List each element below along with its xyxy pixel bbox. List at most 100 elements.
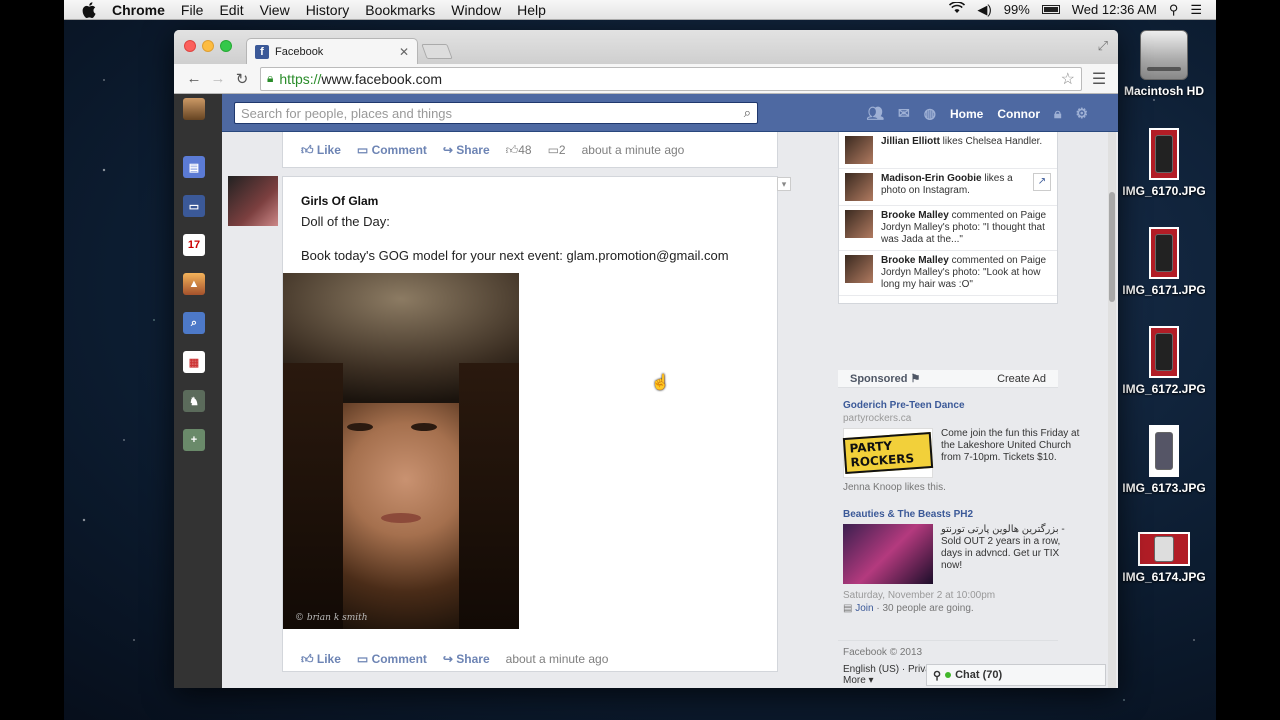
photos-icon[interactable]: ▲	[183, 273, 205, 295]
calendar-icon: ▤	[843, 603, 853, 614]
menu-help[interactable]: Help	[517, 2, 546, 18]
volume-icon[interactable]: ◀)	[977, 2, 991, 18]
comment-button[interactable]: ▭ Comment	[357, 652, 427, 666]
ad-image[interactable]	[843, 524, 933, 584]
messages-nav-icon[interactable]: ✉	[898, 105, 910, 122]
apple-icon[interactable]	[80, 1, 98, 19]
back-arrow-icon[interactable]: ←	[182, 70, 206, 87]
post-timestamp[interactable]: about a minute ago	[506, 652, 609, 666]
search-app-icon[interactable]: ⌕	[183, 312, 205, 334]
post-options-chevron-icon[interactable]: ▾	[777, 177, 791, 191]
forward-arrow-icon[interactable]: →	[206, 70, 230, 87]
post-photo[interactable]: © brian k smith	[283, 273, 519, 629]
news-feed-icon[interactable]: ▤	[183, 156, 205, 178]
join-link[interactable]: Join	[855, 603, 873, 614]
menu-app-name[interactable]: Chrome	[112, 2, 165, 18]
friend-requests-icon[interactable]: 👥︎	[866, 105, 884, 122]
ads-column: Goderich Pre-Teen Dance partyrockers.ca …	[842, 400, 1083, 614]
desktop-icon-img-6170[interactable]: IMG_6170.JPG	[1116, 128, 1212, 198]
share-button[interactable]: ↪ Share	[443, 652, 490, 666]
add-app-icon[interactable]: +	[183, 429, 205, 451]
notification-center-icon[interactable]: ☰	[1190, 2, 1202, 18]
menu-file[interactable]: File	[181, 2, 204, 18]
close-window-button[interactable]	[184, 40, 196, 52]
facebook-search-input[interactable]: Search for people, places and things ⌕	[234, 102, 758, 124]
fullscreen-icon[interactable]: ⤢	[1098, 38, 1108, 54]
ad-item[interactable]: Goderich Pre-Teen Dance partyrockers.ca …	[842, 400, 1083, 493]
close-tab-icon[interactable]: ✕	[399, 45, 409, 59]
ad-image[interactable]: PARTY ROCKERS	[842, 428, 934, 478]
lock-icon: 🔒︎	[267, 71, 274, 85]
menu-window[interactable]: Window	[451, 2, 501, 18]
menu-bookmarks[interactable]: Bookmarks	[365, 2, 435, 18]
menu-edit[interactable]: Edit	[219, 2, 243, 18]
reload-icon[interactable]: ↻	[230, 70, 254, 88]
comments-count[interactable]: ▭2	[548, 143, 566, 157]
chat-bar[interactable]: ⚲ Chat (70)	[926, 664, 1106, 686]
privacy-shortcuts-icon[interactable]: 🔒︎	[1054, 105, 1061, 122]
game-app-icon[interactable]: ♞	[183, 390, 205, 412]
like-button[interactable]: 👍︎ Like	[301, 652, 341, 667]
battery-icon[interactable]	[1041, 5, 1060, 14]
create-ad-link[interactable]: Create Ad	[997, 373, 1046, 385]
menu-view[interactable]: View	[260, 2, 290, 18]
image-file-icon	[1138, 532, 1190, 566]
ad-item[interactable]: Beauties & The Beasts PH2 بزرگترین هالوی…	[843, 509, 1083, 614]
page-scrollbar[interactable]	[1108, 132, 1116, 688]
comment-button[interactable]: ▭ Comment	[357, 143, 427, 157]
ticker-avatar	[845, 136, 873, 164]
menu-history[interactable]: History	[306, 2, 350, 18]
battery-percent: 99%	[1003, 2, 1030, 17]
bookmark-star-icon[interactable]: ☆	[1061, 69, 1075, 89]
desktop-icon-img-6171[interactable]: IMG_6171.JPG	[1116, 227, 1212, 297]
ticker-item[interactable]: Brooke Malley commented on Paige Jordyn …	[839, 206, 1057, 251]
events-calendar-icon[interactable]: 17	[183, 234, 205, 256]
photo-credit: © brian k smith	[295, 613, 368, 623]
profile-link[interactable]: Connor	[997, 107, 1040, 121]
profile-thumb-icon[interactable]	[183, 98, 205, 120]
post-author-avatar[interactable]	[228, 176, 278, 226]
scrollbar-thumb[interactable]	[1109, 192, 1115, 302]
like-button[interactable]: 👍︎ Like	[301, 143, 341, 158]
search-icon[interactable]: ⌕	[744, 105, 751, 121]
notifications-globe-icon[interactable]: ◍	[924, 105, 936, 122]
chrome-menu-icon[interactable]: ☰	[1088, 69, 1110, 89]
post-author-name[interactable]: Girls Of Glam	[301, 194, 378, 208]
post-actions: 👍︎ Like ▭ Comment ↪ Share about a minute…	[283, 641, 608, 677]
address-bar[interactable]: 🔒︎ https:// www.facebook.com ☆	[260, 66, 1082, 91]
spotlight-search-icon[interactable]: ⚲	[1169, 2, 1179, 18]
ticker-item[interactable]: Jillian Elliott likes Chelsea Handler.	[839, 132, 1057, 169]
share-button[interactable]: ↪ Share	[443, 143, 490, 157]
desktop-icon-img-6173[interactable]: IMG_6173.JPG	[1116, 425, 1212, 495]
online-dot-icon	[945, 672, 952, 678]
menubar-clock[interactable]: Wed 12:36 AM	[1072, 2, 1157, 17]
minimize-window-button[interactable]	[202, 40, 214, 52]
settings-gear-icon[interactable]: ⚙	[1075, 105, 1088, 122]
desktop-icon-label: Macintosh HD	[1123, 84, 1204, 98]
ad-title[interactable]: Goderich Pre-Teen Dance	[843, 400, 1083, 411]
ad-join-row: ▤ Join · 30 people are going.	[843, 603, 974, 614]
likes-count[interactable]: 👍︎48	[506, 143, 532, 158]
new-tab-button[interactable]	[421, 44, 453, 59]
ad-body-text: بزرگترین هالوین پارتی تورنتو - Sold OUT …	[941, 524, 1065, 571]
facebook-favicon-icon: f	[255, 44, 269, 59]
ticker-item[interactable]: Madison-Erin Goobie likes a photo on Ins…	[839, 169, 1057, 206]
home-link[interactable]: Home	[950, 107, 983, 121]
external-link-icon[interactable]: ↗	[1033, 173, 1051, 191]
desktop-icon-label: IMG_6171.JPG	[1122, 283, 1206, 297]
zoom-window-button[interactable]	[220, 40, 232, 52]
post-timestamp[interactable]: about a minute ago	[582, 143, 685, 157]
desktop-icon-macintosh-hd[interactable]: Macintosh HD	[1116, 30, 1212, 98]
post-text-line1: Doll of the Day:	[301, 214, 390, 229]
messages-icon[interactable]: ▭	[183, 195, 205, 217]
wifi-icon[interactable]	[949, 1, 966, 17]
desktop-icon-img-6174[interactable]: IMG_6174.JPG	[1116, 532, 1212, 584]
tab-facebook[interactable]: f Facebook ✕	[246, 38, 418, 64]
sponsored-info-icon: ⚑	[910, 373, 921, 385]
ad-title[interactable]: Beauties & The Beasts PH2	[843, 509, 1083, 520]
desktop-icon-img-6172[interactable]: IMG_6172.JPG	[1116, 326, 1212, 396]
ticker-item[interactable]: Brooke Malley commented on Paige Jordyn …	[839, 251, 1057, 296]
desktop-icon-label: IMG_6172.JPG	[1122, 382, 1206, 396]
feed-post: ▾ Girls Of Glam Doll of the Day: Book to…	[282, 176, 791, 672]
app-icon[interactable]: ▦	[183, 351, 205, 373]
